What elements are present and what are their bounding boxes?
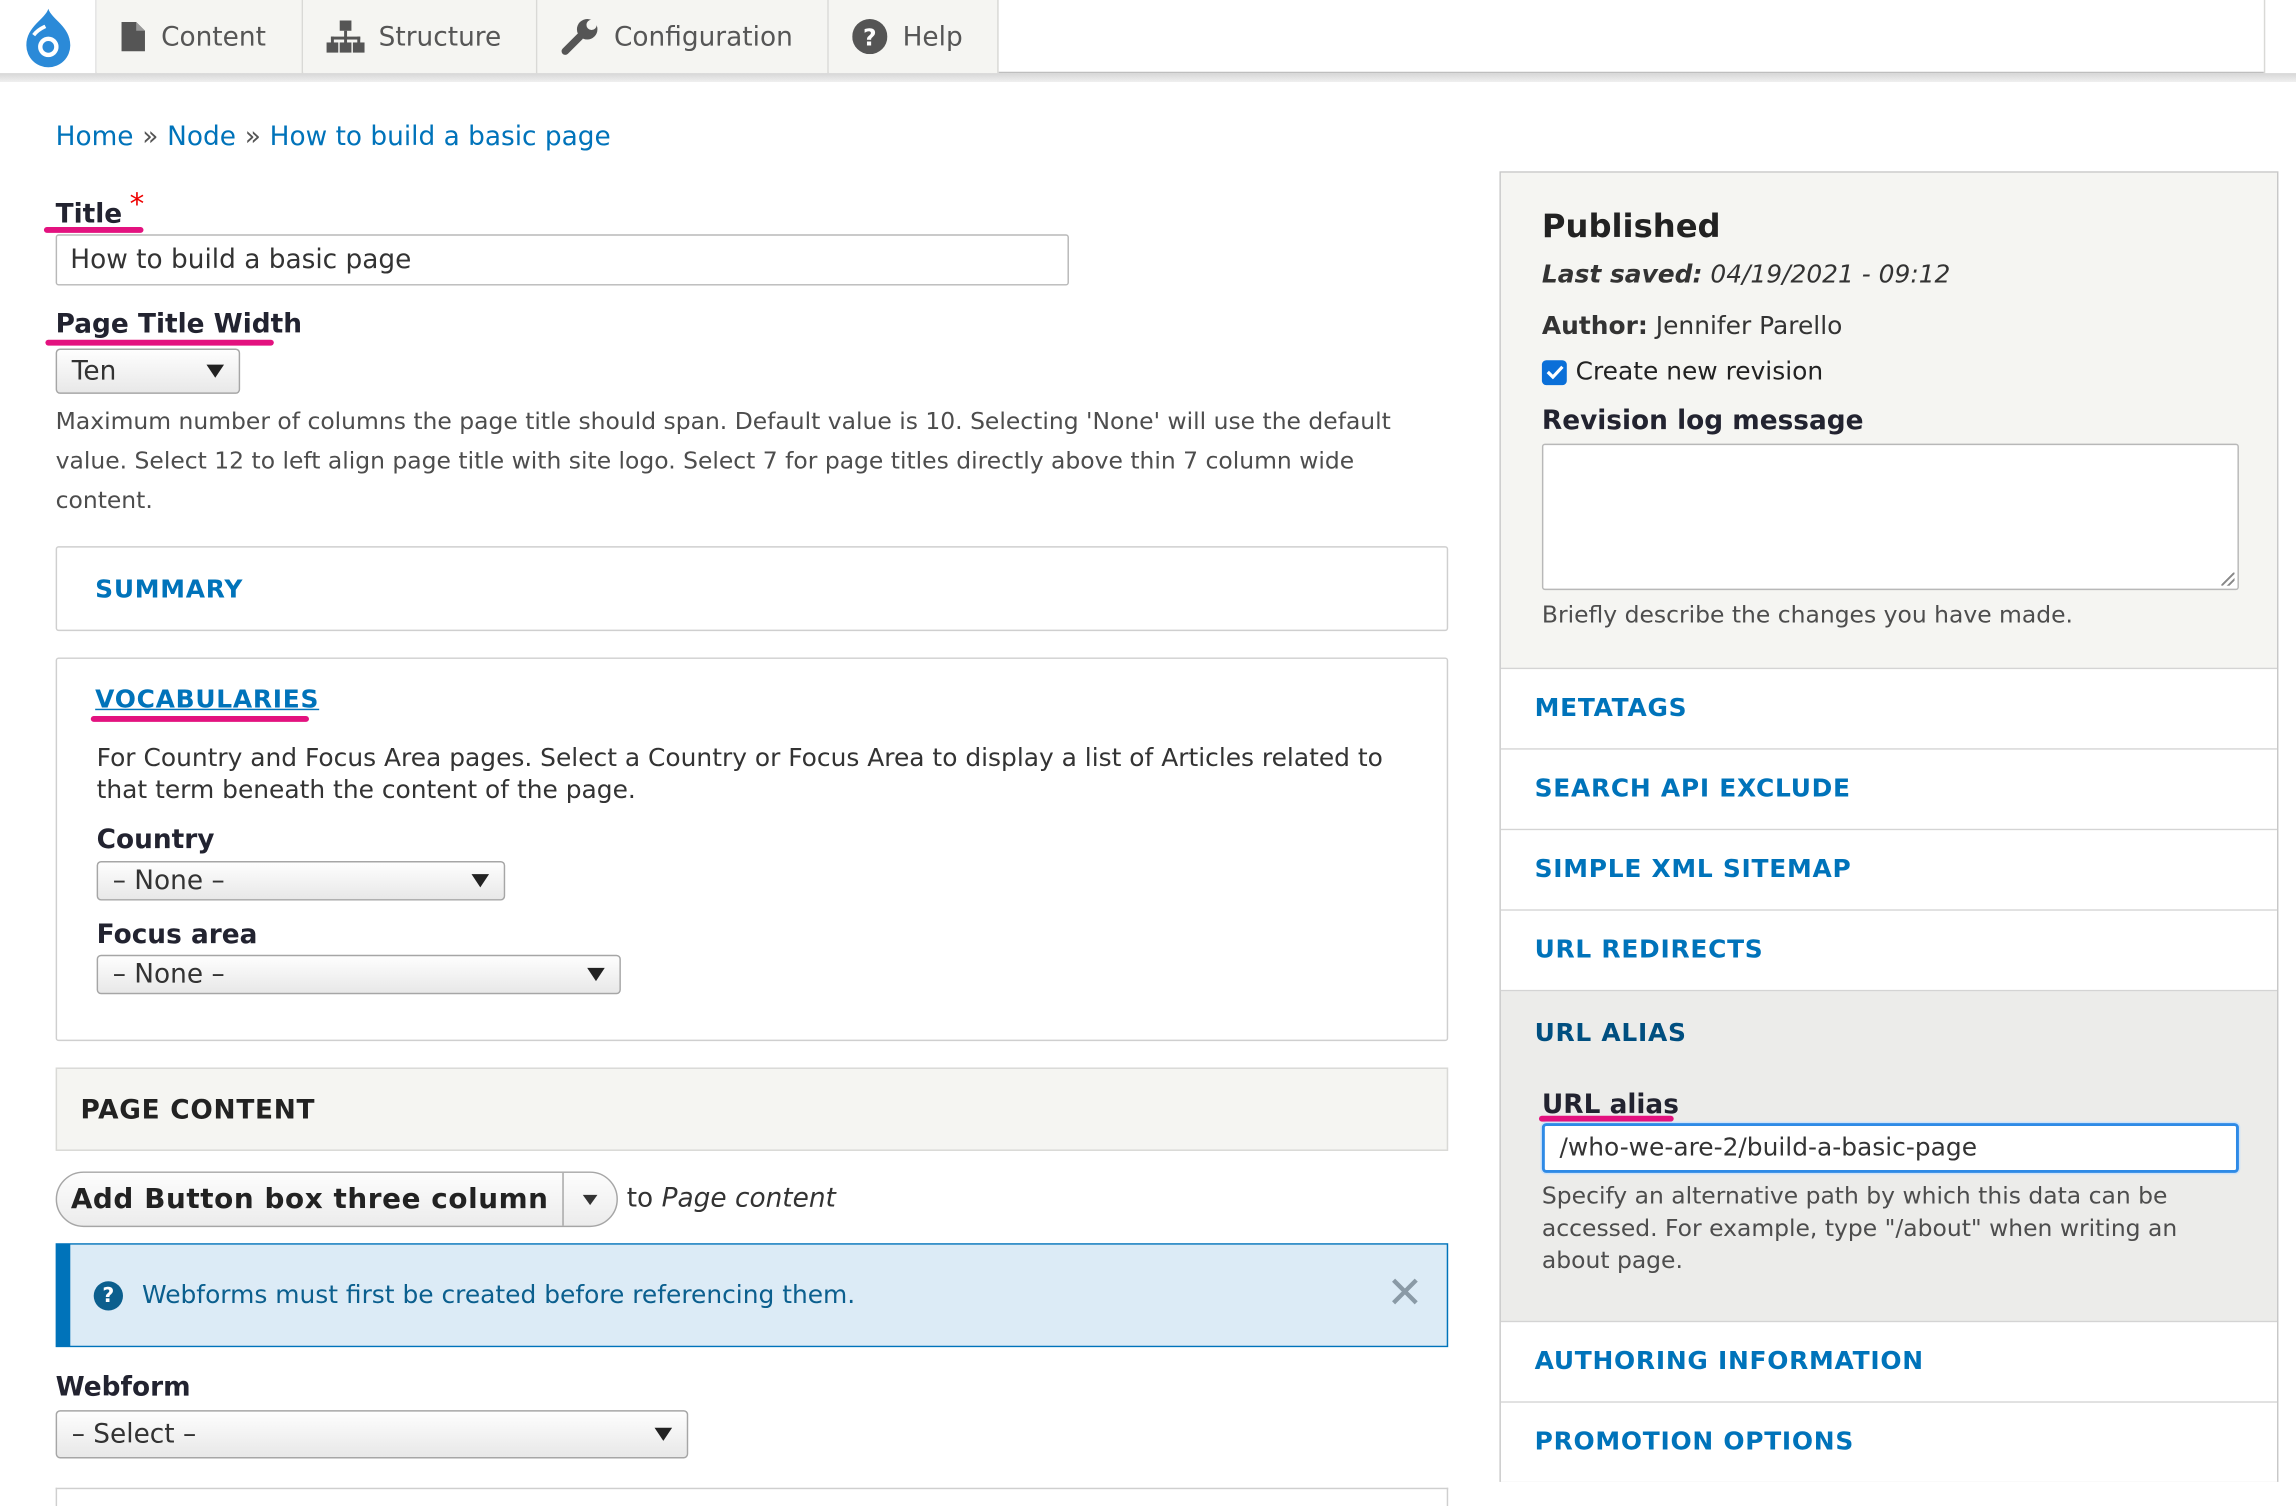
chevron-down-icon [582,1194,598,1205]
authoring-information-section[interactable]: AUTHORING INFORMATION [1500,1322,2277,1403]
last-saved-label: Last saved: [1541,260,1703,290]
country-value: – None – [112,865,225,897]
required-marker: * [129,185,145,222]
sidebar: Published Last saved: 04/19/2021 - 09:12… [1499,171,2279,1482]
url-alias-toggle[interactable]: URL ALIAS [1535,1019,1687,1048]
focus-area-select[interactable]: – None – [96,954,621,995]
chevron-down-icon [654,1427,673,1441]
revision-log-description: Briefly describe the changes you have ma… [1541,600,2073,629]
sitemap-icon [325,20,365,53]
search-api-exclude-section[interactable]: SEARCH API EXCLUDE [1500,749,2277,831]
vocabularies-details: VOCABULARIES For Country and Focus Area … [55,657,1449,1042]
create-revision-label: Create new revision [1575,357,1824,387]
country-select[interactable]: – None – [96,861,506,901]
toolbar-structure-label: Structure [378,21,502,52]
create-revision-checkbox[interactable] [1541,359,1567,385]
add-paragraph-dropbutton: Add Button box three column [55,1171,618,1228]
toolbar-content[interactable]: Content [96,0,303,74]
breadcrumb-separator: » [142,121,159,153]
dropbutton-toggle[interactable] [564,1194,617,1205]
vocabularies-toggle[interactable]: VOCABULARIES [95,685,319,714]
check-icon [1545,365,1563,380]
author: Author: Jennifer Parello [1542,312,1842,341]
metatags-section[interactable]: METATAGS [1500,669,2277,750]
title-field-label: Title * [55,186,145,230]
last-saved-value: 04/19/2021 - 09:12 [1710,260,1951,290]
revision-log-textarea[interactable] [1541,443,2239,591]
webform-label: Webform [55,1372,191,1403]
status-message-text: Webforms must first be created before re… [142,1280,856,1310]
page-title-width-description: Maximum number of columns the page title… [55,407,1391,514]
toolbar-content-label: Content [161,21,266,52]
url-redirects-section[interactable]: URL REDIRECTS [1500,910,2277,992]
summary-details[interactable]: SUMMARY [55,546,1449,632]
page-title-width-value: Ten [71,355,117,387]
question-circle-icon: ? [93,1280,124,1310]
add-button-box-button[interactable]: Add Button box three column [57,1172,564,1226]
author-value: Jennifer Parello [1655,311,1843,342]
admin-toolbar: Content Structure Configuration ? Help [0,0,2296,83]
webform-select[interactable]: – Select – [55,1410,689,1459]
url-alias-input[interactable] [1541,1123,2239,1173]
country-label: Country [96,824,215,856]
annotation-underline [1538,1115,1674,1122]
chevron-down-icon [206,364,225,378]
revision-log-label: Revision log message [1541,405,1864,437]
annotation-underline [43,226,144,233]
toolbar-help-label: Help [902,21,963,52]
next-fieldset [55,1487,1449,1506]
webform-value: – Select – [71,1418,197,1450]
svg-text:?: ? [864,23,878,51]
toolbar-configuration[interactable]: Configuration [537,0,830,74]
drupal-logo-icon[interactable] [0,0,97,74]
simple-xml-sitemap-section[interactable]: SIMPLE XML SITEMAP [1500,830,2277,911]
chevron-down-icon [471,874,490,888]
promotion-options-section[interactable]: PROMOTION OPTIONS [1500,1402,2277,1482]
url-alias-description: Specify an alternative path by which thi… [1541,1181,2178,1274]
page-content-heading: PAGE CONTENT [55,1067,1449,1151]
url-alias-section: URL ALIAS URL alias Specify an alternati… [1500,991,2277,1323]
create-revision-option[interactable]: Create new revision [1541,357,1824,387]
focus-area-value: – None – [112,959,225,990]
close-icon[interactable]: ✕ [1386,1272,1423,1316]
vocabularies-description: For Country and Focus Area pages. Select… [96,743,1383,806]
help-icon: ? [852,19,888,55]
publish-status: Published [1541,209,1721,247]
toolbar-configuration-label: Configuration [614,21,793,52]
focus-area-label: Focus area [96,919,258,951]
to-prefix: to [626,1183,654,1214]
title-input[interactable] [55,234,1069,286]
chevron-down-icon [587,967,605,982]
page-title-width-label: Page Title Width [55,308,303,340]
breadcrumb-home[interactable]: Home [56,122,134,153]
annotation-underline [90,716,309,722]
page-title-width-select[interactable]: Ten [55,348,241,394]
toolbar-structure[interactable]: Structure [302,0,538,74]
breadcrumb-node[interactable]: Node [167,122,236,153]
summary-toggle[interactable]: SUMMARY [95,575,243,604]
entity-meta: Published Last saved: 04/19/2021 - 09:12… [1500,172,2277,670]
toolbar-edge [2263,0,2296,74]
to-target: Page content [661,1183,836,1214]
document-icon [121,21,145,52]
last-saved: Last saved: 04/19/2021 - 09:12 [1542,261,1950,290]
breadcrumb: Home » Node » How to build a basic page [56,122,611,153]
wrench-icon [562,19,598,55]
breadcrumb-separator: » [244,121,261,153]
annotation-underline [45,339,274,346]
title-label-text: Title [55,199,123,230]
status-message: ? Webforms must first be created before … [55,1243,1449,1348]
author-label: Author: [1541,311,1648,342]
add-target-text: to Page content [627,1183,836,1214]
breadcrumb-current[interactable]: How to build a basic page [270,122,611,153]
toolbar-help[interactable]: ? Help [829,0,1000,74]
